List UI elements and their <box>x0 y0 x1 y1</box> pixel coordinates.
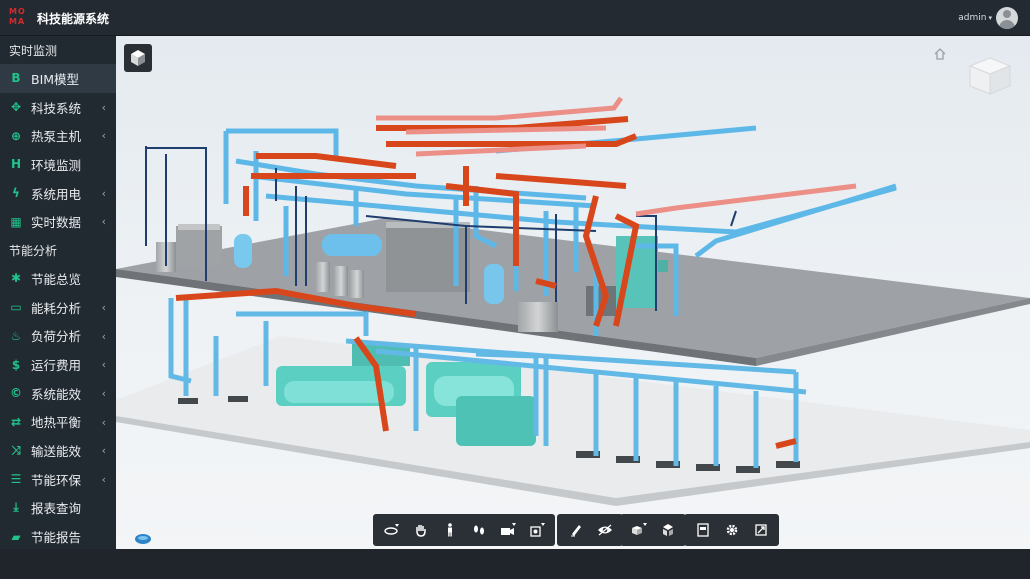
sidebar-item-label: 节能总览 <box>31 271 82 287</box>
h-icon: H <box>10 157 22 172</box>
chevron-left-icon: ‹ <box>101 129 106 143</box>
chevron-left-icon: ‹ <box>101 100 106 114</box>
chevron-left-icon: ‹ <box>101 472 106 486</box>
chevron-down-icon: ▾ <box>988 14 992 22</box>
sidebar-item-energy-overview[interactable]: ✱ 节能总览 <box>0 264 116 293</box>
chevron-left-icon: ‹ <box>101 444 106 458</box>
bim-viewer[interactable] <box>116 36 1030 549</box>
properties-icon[interactable] <box>688 517 717 543</box>
top-bar: MO MA 科技能源系统 admin ▾ <box>0 0 1030 36</box>
section-title-energy-analysis: 节能分析 <box>9 244 58 259</box>
sitemap-icon: ✥ <box>10 100 22 115</box>
sidebar-item-load-analysis[interactable]: ♨ 负荷分析 ‹ <box>0 322 116 351</box>
markup-pen-icon[interactable] <box>561 517 590 543</box>
sidebar-item-label: 能耗分析 <box>31 300 82 316</box>
walk-icon[interactable] <box>464 517 493 543</box>
sidebar-item-operating-cost[interactable]: $ 运行费用 ‹ <box>0 350 116 379</box>
sidebar-item-transport-efficiency[interactable]: ⤨ 输送能效 ‹ <box>0 436 116 465</box>
bolt-icon: ϟ <box>12 186 20 201</box>
chart-window-icon: ▭ <box>10 300 22 315</box>
sidebar-item-energy-environment[interactable]: ☰ 节能环保 ‹ <box>0 465 116 494</box>
visibility-eye-icon[interactable] <box>590 517 619 543</box>
logo-text-bottom: MA <box>9 17 26 26</box>
sidebar-item-label: 系统能效 <box>31 386 82 402</box>
chevron-left-icon: ‹ <box>101 186 106 200</box>
sidebar-item-environment-monitoring[interactable]: H 环境监测 <box>0 150 116 179</box>
sidebar-item-report-query[interactable]: ⤓ 报表查询 <box>0 494 116 523</box>
sidebar-item-system-power[interactable]: ϟ 系统用电 ‹ <box>0 179 116 208</box>
heat-pump-icon: ⊕ <box>10 128 22 143</box>
camera-icon[interactable] <box>493 517 522 543</box>
chevron-left-icon: ‹ <box>101 386 106 400</box>
sidebar-item-geothermal-balance[interactable]: ⇄ 地热平衡 ‹ <box>0 408 116 437</box>
chevron-left-icon: ‹ <box>101 300 106 314</box>
chevron-left-icon: ‹ <box>101 358 106 372</box>
fire-icon: ♨ <box>10 328 22 343</box>
server-icon: ☰ <box>10 472 22 487</box>
sidebar-item-label: 报表查询 <box>31 501 82 517</box>
model-browser-icon[interactable] <box>624 517 653 543</box>
chevron-left-icon: ‹ <box>101 329 106 343</box>
sidebar-item-label: 输送能效 <box>31 444 82 460</box>
asterisk-icon: ✱ <box>10 271 22 286</box>
avatar-body <box>999 20 1015 29</box>
settings-icon[interactable] <box>717 517 746 543</box>
app-title: 科技能源系统 <box>37 12 110 26</box>
shuffle-icon: ⤨ <box>11 443 21 458</box>
avatar-head <box>1003 10 1011 18</box>
sidebar-item-tech-system[interactable]: ✥ 科技系统 ‹ <box>0 93 116 122</box>
bim-b-icon: B <box>11 71 21 86</box>
brand-logo: MO MA <box>9 7 31 29</box>
sidebar-item-label: 地热平衡 <box>31 415 82 431</box>
sidebar-item-label: 运行费用 <box>31 358 82 374</box>
first-person-icon[interactable] <box>435 517 464 543</box>
fullscreen-icon[interactable] <box>746 517 775 543</box>
toolbar-group-markup <box>557 514 623 546</box>
footer-bar <box>0 549 1030 579</box>
toolbar-group-model <box>620 514 686 546</box>
efficiency-icon: © <box>10 386 22 401</box>
sidebar-item-label: 系统用电 <box>31 186 82 202</box>
toolbar-group-settings <box>684 514 779 546</box>
chevron-left-icon: ‹ <box>101 415 106 429</box>
avatar[interactable] <box>996 7 1018 29</box>
folder-icon: ▰ <box>11 529 21 544</box>
toolbar-group-navigation <box>373 514 555 546</box>
user-menu[interactable]: admin ▾ <box>958 13 992 23</box>
sidebar-item-realtime-data[interactable]: ▦ 实时数据 ‹ <box>0 207 116 236</box>
exchange-icon: ⇄ <box>10 414 22 429</box>
sidebar-item-label: 负荷分析 <box>31 329 82 345</box>
bim-model-scene[interactable] <box>116 36 1030 549</box>
sidebar-item-bim-model[interactable]: B BIM模型 <box>0 64 116 93</box>
sidebar-item-label: BIM模型 <box>31 71 80 87</box>
section-title-monitoring: 实时监测 <box>9 44 58 58</box>
sidebar-item-label: 热泵主机 <box>31 129 82 145</box>
lower-floor-slab <box>116 336 1030 498</box>
sidebar-item-label: 环境监测 <box>31 157 82 173</box>
viewer-logo-icon <box>134 530 152 544</box>
pan-icon[interactable] <box>406 517 435 543</box>
username: admin <box>958 13 987 23</box>
grid-icon: ▦ <box>10 214 22 229</box>
explode-icon[interactable] <box>653 517 682 543</box>
sidebar-item-label: 节能环保 <box>31 472 82 488</box>
logo-text-top: MO <box>9 7 26 16</box>
sidebar-item-heat-pump-host[interactable]: ⊕ 热泵主机 ‹ <box>0 121 116 150</box>
home-icon[interactable] <box>934 45 946 60</box>
section-box-icon[interactable] <box>522 517 551 543</box>
sidebar-item-energy-consumption-analysis[interactable]: ▭ 能耗分析 ‹ <box>0 293 116 322</box>
download-icon: ⤓ <box>13 500 19 515</box>
sidebar-item-label: 节能报告 <box>31 530 82 546</box>
sidebar-item-label: 实时数据 <box>31 215 82 231</box>
3d-cube-icon[interactable] <box>124 44 152 72</box>
sidebar-item-system-efficiency[interactable]: © 系统能效 ‹ <box>0 379 116 408</box>
sidebar-item-energy-report[interactable]: ▰ 节能报告 <box>0 522 116 549</box>
dollar-icon: $ <box>11 357 21 372</box>
chevron-left-icon: ‹ <box>101 215 106 229</box>
orbit-icon[interactable] <box>377 517 406 543</box>
sidebar-item-label: 科技系统 <box>31 100 82 116</box>
viewcube-icon[interactable] <box>966 56 1014 96</box>
sidebar: 实时监测 B BIM模型 ✥ 科技系统 ‹ ⊕ 热泵主机 ‹ H 环境监测 ϟ 系统用电 ‹ ▦ 实时数据 ‹… <box>0 36 116 549</box>
